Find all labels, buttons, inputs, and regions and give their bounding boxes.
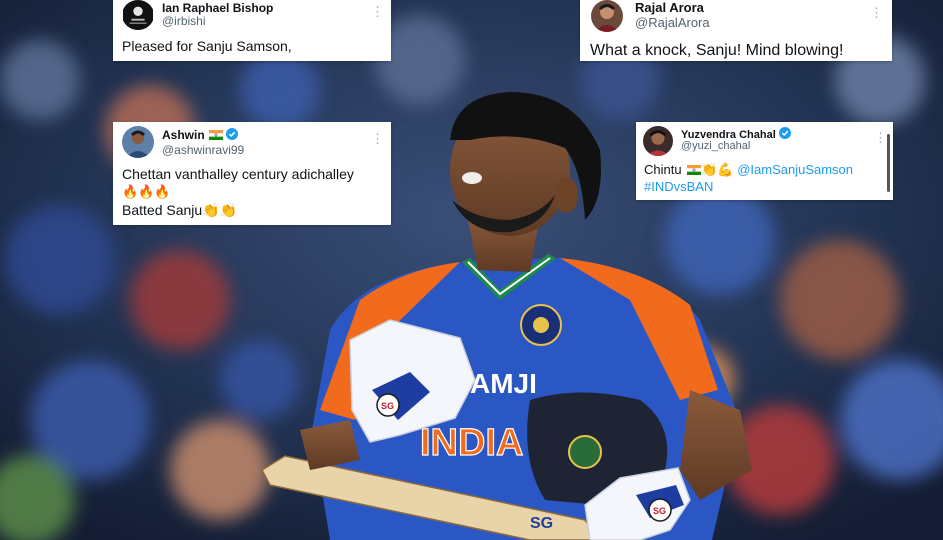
tweet-emoji: 👏💪: [701, 162, 734, 177]
cricket-photo: AMJI INDIA SG SG SG: [0, 0, 943, 540]
avatar[interactable]: [591, 0, 623, 32]
scrollbar[interactable]: [887, 134, 890, 192]
more-icon[interactable]: ⋮: [874, 131, 887, 144]
avatar[interactable]: [643, 126, 673, 156]
avatar[interactable]: [122, 126, 154, 158]
more-icon[interactable]: ⋮: [371, 132, 384, 145]
author-name-text: Ashwin: [162, 128, 205, 142]
tweet-card-rajal[interactable]: Rajal Arora @RajalArora ⋮ What a knock, …: [580, 0, 892, 61]
tweet-text: Pleased for Sanju Samson,: [122, 38, 292, 54]
glove-brand-text: SG: [381, 401, 394, 411]
more-icon[interactable]: ⋮: [371, 5, 384, 18]
verified-icon: [225, 128, 238, 140]
tweet-text-line-3: Batted Sanju👏👏: [122, 202, 238, 218]
tweet-text: What a knock, Sanju! Mind blowing!: [590, 42, 844, 59]
author-handle[interactable]: @yuzi_chahal: [681, 140, 750, 152]
author-name[interactable]: Yuzvendra Chahal: [681, 127, 791, 141]
jersey-sponsor-text: AMJI: [470, 368, 537, 399]
author-name[interactable]: Ian Raphael Bishop: [162, 1, 273, 15]
photo-illustration: AMJI INDIA SG SG SG: [0, 0, 943, 540]
tweet-text-line-1: Chettan vanthalley century adichalley: [122, 166, 354, 182]
tweet-text-line-2: 🔥🔥🔥: [122, 184, 171, 199]
tweet-card-ashwin[interactable]: Ashwin @ashwinravi99 ⋮ Chettan vanthalle…: [113, 122, 391, 225]
tweet-card-chahal[interactable]: Yuzvendra Chahal @yuzi_chahal ⋮ Chintu 👏…: [636, 122, 893, 200]
india-flag-icon: [208, 130, 223, 140]
avatar[interactable]: [122, 0, 154, 30]
svg-text:SG: SG: [530, 515, 553, 532]
author-handle[interactable]: @ashwinravi99: [162, 143, 244, 157]
india-flag-icon: [687, 165, 702, 175]
jersey-india-text: INDIA: [420, 422, 523, 464]
svg-text:SG: SG: [653, 506, 666, 516]
author-handle[interactable]: @RajalArora: [635, 15, 710, 30]
tweet-text-prefix: Chintu: [644, 162, 682, 177]
author-name[interactable]: Rajal Arora: [635, 0, 704, 15]
verified-icon: [778, 127, 791, 139]
more-icon[interactable]: ⋮: [870, 6, 883, 19]
author-name[interactable]: Ashwin: [162, 128, 238, 142]
mention-link[interactable]: @IamSanjuSamson: [737, 162, 853, 177]
author-handle[interactable]: @irbishi: [162, 14, 206, 28]
tweet-card-bishop[interactable]: Ian Raphael Bishop @irbishi ⋮ Pleased fo…: [113, 0, 391, 61]
tweet-text-line-1: Chintu 👏💪 @IamSanjuSamson: [644, 162, 853, 178]
hashtag-link[interactable]: #INDvsBAN: [644, 179, 713, 194]
